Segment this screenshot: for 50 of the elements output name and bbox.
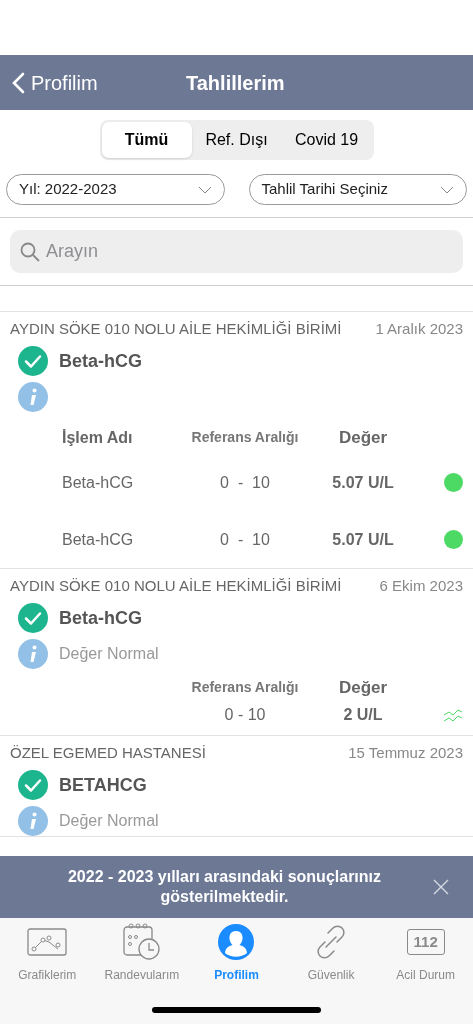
chevron-down-icon — [197, 185, 212, 194]
info-icon[interactable] — [18, 806, 48, 836]
search-input[interactable]: Arayın — [46, 238, 453, 265]
table-cell-text: Beta-hCG — [62, 529, 135, 550]
table-cell-text: 0 - 10 — [219, 529, 271, 550]
facility-name: ÖZEL EGEMED HASTANESİ — [10, 743, 206, 763]
result-date: 6 Ekim 2023 — [379, 576, 463, 596]
segment-tab[interactable]: Covid 19 — [281, 122, 372, 158]
tab-bar-item[interactable]: Güvenlik — [283, 922, 379, 984]
segment-tab[interactable]: Tümü — [101, 122, 192, 158]
close-icon[interactable] — [433, 879, 449, 895]
test-name: Beta-hCG — [59, 606, 142, 630]
emergency-number-icon: 112 — [406, 929, 445, 955]
table-cell-text: 0 - 10 — [219, 472, 271, 493]
table-cell-text: 0 - 10 — [223, 705, 267, 725]
back-button[interactable]: Profilim — [0, 67, 98, 98]
user-icon — [217, 923, 256, 961]
line-chart-icon — [27, 928, 68, 956]
facility-name: AYDIN SÖKE 010 NOLU AİLE HEKİMLİĞİ BİRİMİ — [10, 319, 342, 339]
table-cell-text: 5.07 U/L — [331, 472, 395, 493]
tab-bar-item[interactable]: Profilim — [189, 922, 284, 984]
table-cell-text: 5.07 U/L — [331, 529, 395, 550]
result-date: 15 Temmuz 2023 — [348, 743, 463, 763]
trend-chart-icon[interactable] — [443, 707, 463, 723]
tab-bar-item[interactable]: Grafiklerim — [0, 922, 95, 984]
tab-bar-item[interactable]: Randevularım — [94, 922, 190, 984]
tab-bar-item[interactable]: 112 Acil Durum — [378, 922, 473, 984]
table-cell-text: 2 U/L — [342, 705, 384, 725]
calendar-clock-icon — [122, 923, 161, 961]
chevron-down-icon — [440, 185, 454, 194]
info-icon[interactable] — [18, 639, 48, 669]
info-text: Değer Normal — [59, 644, 159, 664]
search-field[interactable]: Arayın — [10, 230, 463, 273]
back-chevron-icon — [12, 71, 25, 94]
page-title: Tahlillerim — [186, 70, 285, 96]
result-date: 1 Aralık 2023 — [375, 319, 463, 339]
column-header: Değer — [337, 677, 389, 699]
test-name: Beta-hCG — [59, 349, 142, 373]
search-icon — [20, 241, 40, 262]
column-header: Referans Aralığı — [190, 428, 300, 448]
column-header: Referans Aralığı — [190, 678, 300, 698]
test-name: BETAHCG — [59, 773, 147, 797]
info-icon[interactable] — [18, 382, 48, 412]
banner-text: 2022 - 2023 yılları arasındaki sonuçlarınız gösterilmektedir. — [66, 867, 383, 907]
table-cell-text: Beta-hCG — [62, 472, 135, 493]
segment-tab[interactable]: Ref. Dışı — [191, 122, 282, 158]
column-header: Değer — [337, 427, 389, 449]
column-header: İşlem Adı — [62, 427, 134, 448]
info-text: Değer Normal — [59, 811, 159, 831]
facility-name: AYDIN SÖKE 010 NOLU AİLE HEKİMLİĞİ BİRİMİ — [10, 576, 342, 596]
